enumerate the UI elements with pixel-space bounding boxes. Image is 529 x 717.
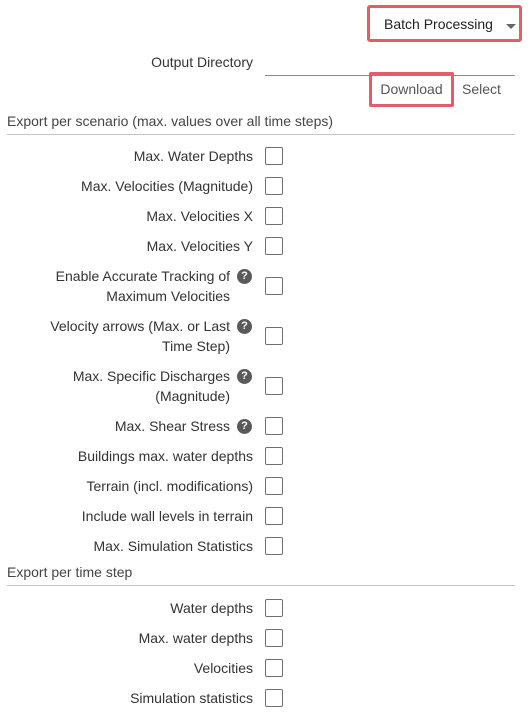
option-checkbox[interactable] [265,599,283,617]
option-label-line: Maximum Velocities [106,288,230,304]
chevron-down-icon [506,24,516,29]
option-checkbox[interactable] [265,689,283,707]
option-label-line: Max. Simulation Statistics [93,538,254,554]
option-checkbox[interactable] [265,177,283,195]
option-label: Velocity arrows (Max. or Last Time Step) [50,316,230,356]
option-label: Max. Velocities (Magnitude) [81,176,253,196]
option-label: Velocities [194,658,253,678]
option-label-line: (Magnitude) [155,388,230,404]
option-label-line: Buildings max. water depths [77,448,253,464]
option-label-line: Terrain (incl. modifications) [86,478,254,494]
option-checkbox[interactable] [265,629,283,647]
option-label-line: Max. Water Depths [133,148,253,164]
help-icon[interactable]: ? [237,369,252,384]
section-header-per-scenario: Export per scenario (max. values over al… [7,113,515,135]
section-header-per-time-step: Export per time step [7,564,515,586]
option-checkbox[interactable] [265,447,283,465]
option-label: Max. Shear Stress [115,416,230,436]
option-label-line: Max. Specific Discharges [72,368,230,384]
option-label-line: Max. water depths [138,630,253,646]
option-label: Max. Simulation Statistics [94,536,254,556]
option-label: Include wall levels in terrain [82,506,253,526]
help-icon[interactable]: ? [237,319,252,334]
option-label-line: Max. Velocities X [146,208,253,224]
option-label-line: Water depths [170,600,253,616]
option-label-line: Enable Accurate Tracking of [55,268,230,284]
option-label: Max. water depths [139,628,253,648]
select-button[interactable]: Select [462,81,501,97]
option-checkbox[interactable] [265,147,283,165]
option-label-line: Max. Shear Stress [114,418,230,434]
option-label: Simulation statistics [130,688,253,708]
option-checkbox[interactable] [265,507,283,525]
option-checkbox[interactable] [265,327,283,345]
option-checkbox[interactable] [265,237,283,255]
option-label: Buildings max. water depths [78,446,253,466]
download-highlight: Download [369,72,454,107]
option-label: Max. Velocities X [146,206,253,226]
output-directory-label: Output Directory [151,54,253,70]
download-button[interactable]: Download [372,75,451,104]
option-checkbox[interactable] [265,377,283,395]
mode-select-highlight: Batch Processing [367,5,522,42]
option-checkbox[interactable] [265,537,283,555]
option-checkbox[interactable] [265,277,283,295]
help-icon[interactable]: ? [237,269,252,284]
mode-select-value: Batch Processing [384,16,493,32]
option-label-line: Include wall levels in terrain [81,508,253,524]
option-label-line: Max. Velocities (Magnitude) [81,178,253,194]
mode-select[interactable]: Batch Processing [384,13,520,40]
help-icon[interactable]: ? [237,419,252,434]
option-label-line: Time Step) [162,338,230,354]
option-checkbox[interactable] [265,207,283,225]
option-label-line: Velocity arrows (Max. or Last [50,318,230,334]
option-label: Max. Water Depths [134,146,253,166]
option-label: Max. Specific Discharges (Magnitude) [73,366,230,406]
option-label: Terrain (incl. modifications) [87,476,254,496]
option-checkbox[interactable] [265,659,283,677]
option-checkbox[interactable] [265,477,283,495]
option-checkbox[interactable] [265,417,283,435]
option-label: Max. Velocities Y [147,236,253,256]
option-label-line: Velocities [193,660,253,676]
option-label: Enable Accurate Tracking of Maximum Veloc… [56,266,230,306]
option-label: Water depths [170,598,253,618]
option-label-line: Max. Velocities Y [146,238,253,254]
option-label-line: Simulation statistics [130,690,253,706]
